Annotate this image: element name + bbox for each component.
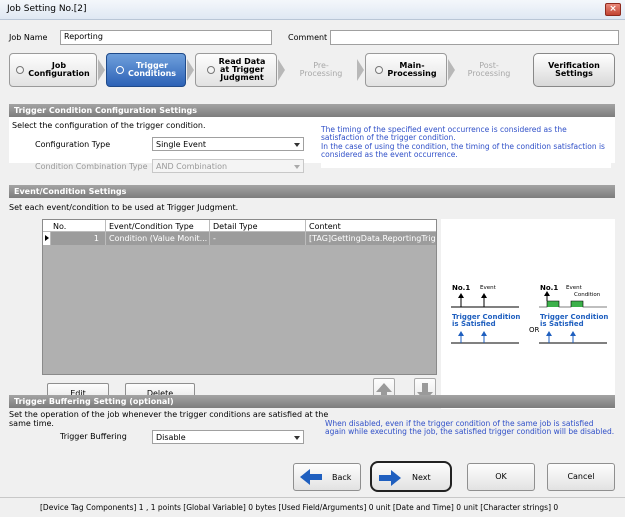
cancel-button[interactable]: Cancel	[547, 463, 615, 491]
column-divider	[105, 220, 106, 245]
config-type-value: Single Event	[156, 140, 207, 149]
combination-type-select: AND Combination	[152, 159, 304, 173]
step-label: Post- Processing	[467, 61, 511, 78]
job-name-label: Job Name	[9, 33, 48, 42]
row-selector-icon	[43, 232, 51, 245]
row-content: [TAG]GettingData.ReportingTrig...	[309, 234, 435, 243]
chevron-down-icon	[294, 436, 300, 440]
config-type-label: Configuration Type	[35, 140, 111, 149]
step-post-processing: Post- Processing	[456, 53, 522, 87]
step-label: Pre- Processing	[299, 61, 343, 78]
step-trigger-conditions[interactable]: Trigger Conditions	[106, 53, 186, 87]
step-main-processing[interactable]: Main- Processing	[365, 53, 447, 87]
check-circle-icon	[16, 66, 25, 74]
row-detail: -	[213, 234, 216, 243]
event-settings-instruction: Set each event/condition to be used at T…	[9, 203, 239, 212]
step-job-configuration[interactable]: Job Configuration	[9, 53, 97, 87]
arrow-right-icon	[379, 470, 401, 486]
column-header[interactable]: Detail Type	[213, 222, 257, 231]
job-name-input[interactable]: Reporting	[60, 30, 272, 45]
step-arrow	[278, 59, 285, 81]
check-circle-icon	[206, 66, 215, 74]
job-setting-window: Job Name Reporting Comment Job Configura…	[0, 20, 625, 497]
diagram-left-satisfied: Trigger Condition is Satisfied	[452, 313, 521, 328]
step-arrow	[357, 59, 364, 81]
step-arrow	[187, 59, 194, 81]
next-button[interactable]: Next	[370, 461, 452, 492]
check-circle-icon	[115, 66, 124, 74]
step-arrow	[98, 59, 105, 81]
status-text: [Device Tag Components] 1 , 1 points [Gl…	[40, 503, 559, 512]
step-label: Job Configuration	[28, 61, 90, 78]
chevron-down-icon	[294, 143, 300, 147]
check-circle-icon	[375, 66, 384, 74]
step-label: Trigger Conditions	[127, 61, 177, 78]
next-label: Next	[412, 473, 431, 482]
config-type-select[interactable]: Single Event	[152, 137, 304, 151]
trigger-config-info: The timing of the specified event occurr…	[321, 125, 611, 168]
close-button[interactable]: ×	[605, 3, 621, 16]
column-divider	[209, 220, 210, 245]
row-type: Condition (Value Monit...	[109, 234, 208, 243]
step-verification-settings[interactable]: Verification Settings	[533, 53, 615, 87]
column-header[interactable]: Event/Condition Type	[109, 222, 194, 231]
chevron-down-icon	[294, 165, 300, 169]
trigger-config-instruction: Select the configuration of the trigger …	[12, 121, 206, 130]
step-pre-processing: Pre- Processing	[286, 53, 356, 87]
trigger-config-header: Trigger Condition Configuration Settings	[9, 104, 615, 117]
trigger-buffering-label: Trigger Buffering	[60, 432, 127, 441]
column-header[interactable]: Content	[309, 222, 341, 231]
column-divider	[305, 220, 306, 245]
trigger-buffering-select[interactable]: Disable	[152, 430, 304, 444]
step-read-data[interactable]: Read Data at Trigger Judgment	[195, 53, 277, 87]
column-header[interactable]: No.	[53, 222, 66, 231]
step-label: Verification Settings	[548, 61, 600, 78]
title-bar: Job Setting No.[2] ×	[0, 0, 625, 20]
ok-button[interactable]: OK	[467, 463, 535, 491]
combination-type-value: AND Combination	[156, 162, 228, 171]
arrow-left-icon	[300, 469, 322, 485]
step-label: Main- Processing	[387, 61, 437, 78]
comment-label: Comment	[288, 33, 328, 42]
step-label: Read Data at Trigger Judgment	[218, 57, 266, 82]
comment-input[interactable]	[330, 30, 619, 45]
table-header: No. Event/Condition Type Detail Type Con…	[43, 220, 436, 232]
table-row[interactable]: 1 Condition (Value Monit... - [TAG]Getti…	[43, 232, 436, 245]
trigger-buffering-value: Disable	[156, 433, 186, 442]
buffering-header: Trigger Buffering Setting (optional)	[9, 395, 615, 408]
buffering-info: When disabled, even if the trigger condi…	[325, 419, 615, 437]
buffering-instruction: Set the operation of the job whenever th…	[9, 410, 329, 428]
back-button[interactable]: Back	[293, 463, 361, 491]
diagram-right-satisfied: Trigger Condition is Satisfied	[540, 313, 609, 328]
step-arrow	[448, 59, 455, 81]
status-bar: [Device Tag Components] 1 , 1 points [Gl…	[0, 497, 625, 517]
combination-type-label: Condition Combination Type	[35, 162, 148, 171]
trigger-timing-diagram: No.1 Event Trigger Condition is Satisfie…	[441, 219, 615, 409]
event-settings-header: Event/Condition Settings	[9, 185, 615, 198]
back-label: Back	[332, 473, 352, 482]
row-no: 1	[93, 234, 99, 243]
window-title: Job Setting No.[2]	[7, 4, 87, 14]
wizard-steps: Job Configuration Trigger Conditions Rea…	[9, 53, 615, 91]
event-condition-table[interactable]: No. Event/Condition Type Detail Type Con…	[42, 219, 437, 375]
